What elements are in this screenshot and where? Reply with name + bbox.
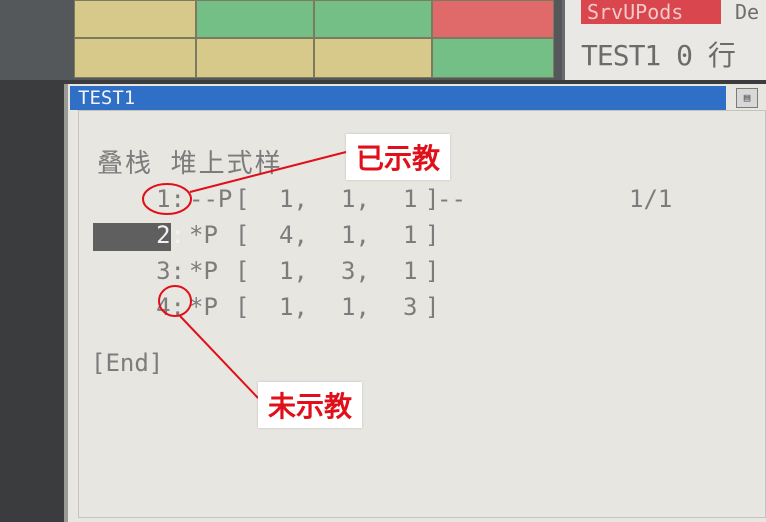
status-bar: SrvUPods De TEST1 0 行	[0, 0, 766, 80]
bracket-close: ]	[425, 293, 440, 321]
position-mark: *P	[189, 293, 218, 321]
status-cell	[196, 38, 314, 78]
position-value: 3,	[341, 257, 370, 285]
status-side-text: De	[735, 0, 760, 24]
position-mark: *P	[189, 221, 218, 249]
program-comment: 叠栈 堆上式样	[97, 149, 283, 179]
line-separator: :	[170, 257, 185, 285]
status-cell	[314, 0, 432, 38]
position-value: 1,	[279, 257, 308, 285]
position-value: 1,	[341, 221, 370, 249]
status-cell	[74, 38, 196, 78]
line-number: 3	[156, 257, 171, 285]
current-program-line: TEST1 0 行	[581, 39, 736, 72]
status-cell	[314, 38, 432, 78]
line-tail: --	[437, 185, 466, 213]
position-value: 1	[403, 221, 418, 249]
position-value: 1	[403, 257, 418, 285]
status-cell	[432, 38, 554, 78]
position-value: 4,	[279, 221, 308, 249]
window-title: TEST1	[70, 86, 726, 110]
bracket-open: [	[235, 293, 250, 321]
position-mark: *P	[189, 257, 218, 285]
window-menu-button[interactable]: ▤	[736, 88, 758, 108]
program-line[interactable]: 3: *P [ 1, 3, 1 ]	[79, 257, 699, 287]
line-separator: :	[170, 293, 185, 321]
status-cell	[432, 0, 554, 38]
status-cell	[196, 0, 314, 38]
position-mark: --P	[189, 185, 233, 213]
position-value: 3	[403, 293, 418, 321]
status-badge: SrvUPods	[581, 0, 721, 24]
status-cell	[74, 0, 196, 38]
program-line-selected[interactable]: 2: *P [ 4, 1, 1 ]	[79, 221, 699, 251]
position-value: 1,	[279, 185, 308, 213]
line-separator: :	[170, 221, 185, 249]
line-number: 2	[156, 221, 171, 249]
untaught-annotation: 未示教	[258, 382, 363, 428]
position-value: 1,	[341, 293, 370, 321]
line-separator: :	[170, 185, 185, 213]
bracket-close: ]	[425, 257, 440, 285]
line-number: 4	[156, 293, 171, 321]
program-status-panel: SrvUPods De TEST1 0 行	[562, 0, 766, 80]
bracket-close: ]	[425, 221, 440, 249]
position-value: 1,	[341, 185, 370, 213]
bracket-open: [	[235, 221, 250, 249]
position-value: 1	[403, 185, 418, 213]
bracket-open: [	[235, 185, 250, 213]
program-line[interactable]: 1: --P [ 1, 1, 1 ] --	[79, 185, 699, 215]
taught-annotation: 已示教	[346, 134, 451, 180]
line-number: 1	[156, 185, 171, 213]
end-marker: [End]	[91, 349, 164, 377]
program-line[interactable]: 4: *P [ 1, 1, 3 ]	[79, 293, 699, 323]
position-value: 1,	[279, 293, 308, 321]
bracket-open: [	[235, 257, 250, 285]
